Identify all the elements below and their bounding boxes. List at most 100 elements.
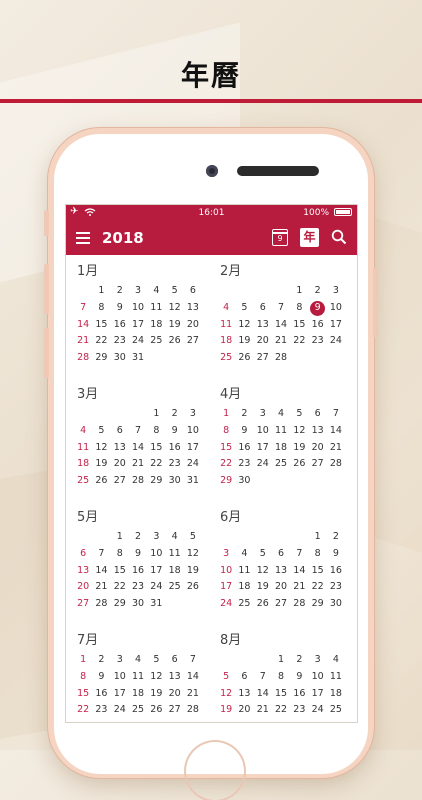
day-cell[interactable]: 19 bbox=[184, 563, 202, 580]
day-cell[interactable]: 12 bbox=[235, 317, 253, 334]
month-block[interactable]: 4月 1 2 3 4 5 6 7 8 9 10 11 12 13 14 15 16 17 18 19 20 21 22 23 2… bbox=[217, 386, 347, 490]
day-cell[interactable]: 16 bbox=[308, 317, 326, 334]
day-cell[interactable]: 3 bbox=[327, 283, 345, 300]
day-cell[interactable]: 21 bbox=[92, 579, 110, 596]
day-cell[interactable]: 27 bbox=[235, 719, 253, 722]
day-cell[interactable]: 23 bbox=[290, 702, 308, 719]
day-cell[interactable]: 12 bbox=[184, 546, 202, 563]
day-cell[interactable]: 27 bbox=[308, 456, 326, 473]
day-cell[interactable]: 5 bbox=[92, 423, 110, 440]
day-cell[interactable]: 17 bbox=[254, 440, 272, 457]
day-cell[interactable]: 16 bbox=[327, 563, 345, 580]
day-cell[interactable]: 17 bbox=[111, 686, 129, 703]
day-cell[interactable]: 7 bbox=[254, 669, 272, 686]
day-cell[interactable]: 17 bbox=[327, 317, 345, 334]
day-cell[interactable]: 19 bbox=[254, 579, 272, 596]
day-cell[interactable]: 2 bbox=[165, 406, 183, 423]
day-cell[interactable]: 19 bbox=[290, 440, 308, 457]
day-cell[interactable]: 13 bbox=[254, 317, 272, 334]
day-cell[interactable]: 24 bbox=[308, 702, 326, 719]
day-cell[interactable]: 21 bbox=[254, 702, 272, 719]
day-cell[interactable]: 19 bbox=[147, 686, 165, 703]
hamburger-menu-icon[interactable] bbox=[76, 232, 90, 244]
day-cell[interactable]: 31 bbox=[308, 719, 326, 722]
day-cell[interactable]: 25 bbox=[327, 702, 345, 719]
day-cell[interactable]: 30 bbox=[165, 473, 183, 490]
day-cell[interactable]: 28 bbox=[327, 456, 345, 473]
day-cell[interactable]: 28 bbox=[92, 596, 110, 613]
day-cell[interactable]: 13 bbox=[74, 563, 92, 580]
day-cell[interactable]: 2 bbox=[129, 529, 147, 546]
day-cell[interactable]: 7 bbox=[290, 546, 308, 563]
day-cell[interactable]: 3 bbox=[147, 529, 165, 546]
day-cell[interactable]: 7 bbox=[272, 300, 290, 317]
day-cell[interactable]: 18 bbox=[129, 686, 147, 703]
day-cell[interactable]: 21 bbox=[272, 333, 290, 350]
day-cell[interactable]: 26 bbox=[290, 456, 308, 473]
day-cell[interactable]: 5 bbox=[290, 406, 308, 423]
day-cell[interactable]: 1 bbox=[217, 406, 235, 423]
day-cell[interactable]: 5 bbox=[235, 300, 253, 317]
day-cell[interactable]: 6 bbox=[235, 669, 253, 686]
day-cell[interactable]: 9 bbox=[327, 546, 345, 563]
day-cell[interactable]: 24 bbox=[327, 333, 345, 350]
day-cell[interactable]: 12 bbox=[290, 423, 308, 440]
day-cell[interactable]: 28 bbox=[290, 596, 308, 613]
day-cell[interactable]: 13 bbox=[165, 669, 183, 686]
day-cell[interactable]: 25 bbox=[129, 702, 147, 719]
today-calendar-icon[interactable]: 9 bbox=[272, 229, 288, 246]
day-cell[interactable]: 24 bbox=[129, 333, 147, 350]
month-block[interactable]: 6月 1 2 3 4 5 6 7 8 9 10 11 12 13 14 15 16 17 18 19 20 21 22 23 2… bbox=[217, 509, 347, 613]
day-cell[interactable]: 24 bbox=[111, 702, 129, 719]
day-cell[interactable]: 22 bbox=[111, 579, 129, 596]
day-cell[interactable]: 30 bbox=[92, 719, 110, 722]
day-cell[interactable]: 4 bbox=[74, 423, 92, 440]
day-cell[interactable]: 25 bbox=[272, 456, 290, 473]
day-cell[interactable]: 7 bbox=[184, 652, 202, 669]
day-cell[interactable]: 24 bbox=[147, 579, 165, 596]
day-cell[interactable]: 27 bbox=[111, 473, 129, 490]
day-cell[interactable]: 8 bbox=[308, 546, 326, 563]
day-cell[interactable]: 22 bbox=[74, 702, 92, 719]
day-cell[interactable]: 4 bbox=[272, 406, 290, 423]
day-cell[interactable]: 29 bbox=[147, 473, 165, 490]
day-cell[interactable]: 10 bbox=[217, 563, 235, 580]
day-cell[interactable]: 16 bbox=[92, 686, 110, 703]
day-cell[interactable]: 7 bbox=[92, 546, 110, 563]
day-cell[interactable]: 23 bbox=[308, 333, 326, 350]
day-cell[interactable]: 1 bbox=[308, 529, 326, 546]
day-cell[interactable]: 31 bbox=[111, 719, 129, 722]
day-cell[interactable]: 16 bbox=[235, 440, 253, 457]
day-cell[interactable]: 12 bbox=[147, 669, 165, 686]
day-cell[interactable]: 5 bbox=[147, 652, 165, 669]
day-cell[interactable]: 11 bbox=[74, 440, 92, 457]
day-cell[interactable]: 25 bbox=[165, 579, 183, 596]
day-cell[interactable]: 25 bbox=[235, 596, 253, 613]
day-cell[interactable]: 1 bbox=[272, 652, 290, 669]
day-cell[interactable]: 4 bbox=[165, 529, 183, 546]
day-cell[interactable]: 12 bbox=[217, 686, 235, 703]
day-cell[interactable]: 6 bbox=[111, 423, 129, 440]
day-cell[interactable]: 9 bbox=[290, 669, 308, 686]
day-cell[interactable]: 26 bbox=[92, 473, 110, 490]
day-cell[interactable]: 17 bbox=[217, 579, 235, 596]
day-cell[interactable]: 9 bbox=[129, 546, 147, 563]
day-cell[interactable]: 17 bbox=[147, 563, 165, 580]
day-cell[interactable]: 10 bbox=[111, 669, 129, 686]
day-cell[interactable]: 17 bbox=[308, 686, 326, 703]
day-cell[interactable]: 28 bbox=[254, 719, 272, 722]
day-cell[interactable]: 1 bbox=[92, 283, 110, 300]
day-cell[interactable]: 14 bbox=[129, 440, 147, 457]
day-cell[interactable]: 30 bbox=[235, 473, 253, 490]
month-block[interactable]: 7月 1 2 3 4 5 6 7 8 9 10 11 12 13 14 15 16 17 18 19 20 21 22 23 2… bbox=[74, 632, 204, 722]
day-cell[interactable]: 3 bbox=[217, 546, 235, 563]
day-cell[interactable]: 10 bbox=[327, 300, 345, 317]
day-cell[interactable]: 28 bbox=[184, 702, 202, 719]
day-cell[interactable]: 18 bbox=[147, 317, 165, 334]
day-cell[interactable]: 5 bbox=[165, 283, 183, 300]
day-cell[interactable]: 8 bbox=[92, 300, 110, 317]
day-cell[interactable]: 11 bbox=[165, 546, 183, 563]
day-cell[interactable]: 11 bbox=[129, 669, 147, 686]
day-cell[interactable]: 26 bbox=[184, 579, 202, 596]
day-cell[interactable]: 15 bbox=[111, 563, 129, 580]
